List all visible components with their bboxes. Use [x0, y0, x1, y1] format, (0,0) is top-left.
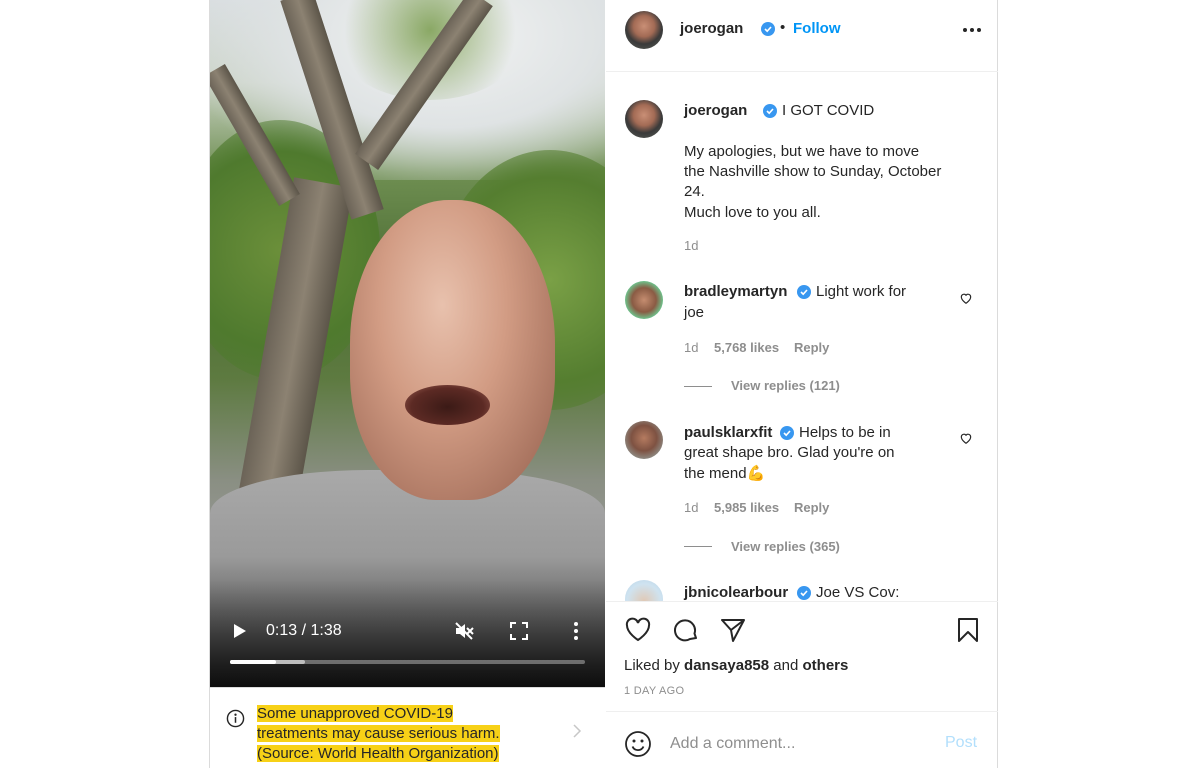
- comment-time[interactable]: 1d: [684, 340, 698, 355]
- post-header: joerogan • Follow: [606, 0, 998, 72]
- comment-username[interactable]: jbnicolearbour: [684, 584, 788, 601]
- add-comment-bar: Post: [606, 711, 998, 768]
- comment-text: joe: [684, 304, 705, 321]
- post-date[interactable]: 1 DAY AGO: [624, 685, 684, 697]
- comment-time[interactable]: 1d: [684, 500, 698, 515]
- replies-divider: [684, 386, 712, 387]
- video-player[interactable]: 0:13 / 1:38: [210, 0, 605, 687]
- warning-line: treatments may cause serious harm.: [257, 725, 500, 742]
- video-progress-bar[interactable]: [230, 660, 585, 664]
- comment-username[interactable]: paulsklarxfit: [684, 424, 772, 441]
- avatar[interactable]: [625, 580, 663, 601]
- comment-icon[interactable]: [672, 616, 700, 644]
- avatar[interactable]: [625, 281, 663, 319]
- replies-divider: [684, 546, 712, 547]
- comment-text: Joe VS Cov:: [816, 584, 900, 601]
- caption-body-line: the Nashville show to Sunday, October: [684, 163, 942, 180]
- avatar[interactable]: [625, 11, 663, 49]
- warning-line: (Source: World Health Organization): [257, 745, 499, 762]
- video-progress-fill: [230, 660, 277, 664]
- more-horizontal-icon[interactable]: [962, 26, 982, 34]
- heart-icon[interactable]: [624, 616, 652, 644]
- header-username[interactable]: joerogan: [680, 20, 743, 37]
- caption-time[interactable]: 1d: [684, 238, 698, 253]
- chevron-right-icon[interactable]: [572, 724, 582, 738]
- separator-dot: •: [780, 19, 786, 36]
- info-icon: [226, 709, 245, 728]
- comment-text: Light work for: [816, 283, 907, 300]
- person-mouth: [405, 385, 490, 425]
- view-replies-button[interactable]: View replies (121): [731, 378, 840, 393]
- like-comment-heart-icon[interactable]: [959, 291, 973, 305]
- emoji-icon[interactable]: [624, 730, 652, 758]
- comment-username[interactable]: bradleymartyn: [684, 283, 787, 300]
- liked-others-link[interactable]: others: [803, 657, 849, 674]
- play-icon[interactable]: [232, 622, 248, 640]
- flexed-biceps-emoji: 💪: [746, 465, 766, 482]
- fullscreen-icon[interactable]: [510, 622, 528, 640]
- caption-body-line: My apologies, but we have to move: [684, 143, 920, 160]
- caption-body-line: 24.: [684, 183, 705, 200]
- reply-button[interactable]: Reply: [794, 340, 829, 355]
- comment-text: the mend💪: [684, 464, 765, 484]
- liked-by-text: Liked by dansaya858 and others: [624, 657, 848, 674]
- covid-info-banner[interactable]: Some unapproved COVID-19 treatments may …: [210, 687, 605, 768]
- liked-and: and: [773, 657, 799, 674]
- caption-body-line: Much love to you all.: [684, 204, 821, 221]
- avatar[interactable]: [625, 100, 663, 138]
- instagram-post: 0:13 / 1:38 Some unapproved COVID-19 tre…: [209, 0, 998, 768]
- post-details-panel: joerogan • Follow joerogan I GOT COVID M…: [606, 0, 998, 768]
- post-comment-button[interactable]: Post: [945, 734, 977, 752]
- warning-line: Some unapproved COVID-19: [257, 705, 453, 722]
- muted-speaker-icon[interactable]: [454, 621, 474, 641]
- covid-warning-text: Some unapproved COVID-19 treatments may …: [257, 704, 547, 764]
- caption-title: I GOT COVID: [782, 102, 875, 119]
- avatar[interactable]: [625, 421, 663, 459]
- verified-badge-icon: [797, 285, 811, 299]
- comment-likes[interactable]: 5,985 likes: [714, 500, 779, 515]
- comment-text-fragment: the mend: [684, 465, 747, 482]
- add-comment-input[interactable]: [670, 732, 930, 756]
- verified-badge-icon: [797, 586, 811, 600]
- post-actions: Liked by dansaya858 and others 1 DAY AGO: [606, 601, 998, 711]
- like-comment-heart-icon[interactable]: [959, 431, 973, 445]
- comment-likes[interactable]: 5,768 likes: [714, 340, 779, 355]
- caption-username[interactable]: joerogan: [684, 102, 747, 119]
- view-replies-button[interactable]: View replies (365): [731, 539, 840, 554]
- liked-user-link[interactable]: dansaya858: [684, 657, 769, 674]
- comments-list[interactable]: joerogan I GOT COVID My apologies, but w…: [606, 73, 998, 601]
- comment-text: great shape bro. Glad you're on: [684, 444, 895, 461]
- person-head: [350, 200, 555, 500]
- comment-text: Helps to be in: [799, 424, 891, 441]
- liked-prefix: Liked by: [624, 657, 680, 674]
- verified-badge-icon: [780, 426, 794, 440]
- verified-badge-icon: [761, 22, 775, 36]
- verified-badge-icon: [763, 104, 777, 118]
- video-time: 0:13 / 1:38: [266, 622, 342, 639]
- share-icon[interactable]: [719, 616, 747, 644]
- reply-button[interactable]: Reply: [794, 500, 829, 515]
- bookmark-icon[interactable]: [954, 616, 982, 644]
- follow-button[interactable]: Follow: [793, 20, 841, 37]
- more-vertical-icon[interactable]: [572, 621, 580, 641]
